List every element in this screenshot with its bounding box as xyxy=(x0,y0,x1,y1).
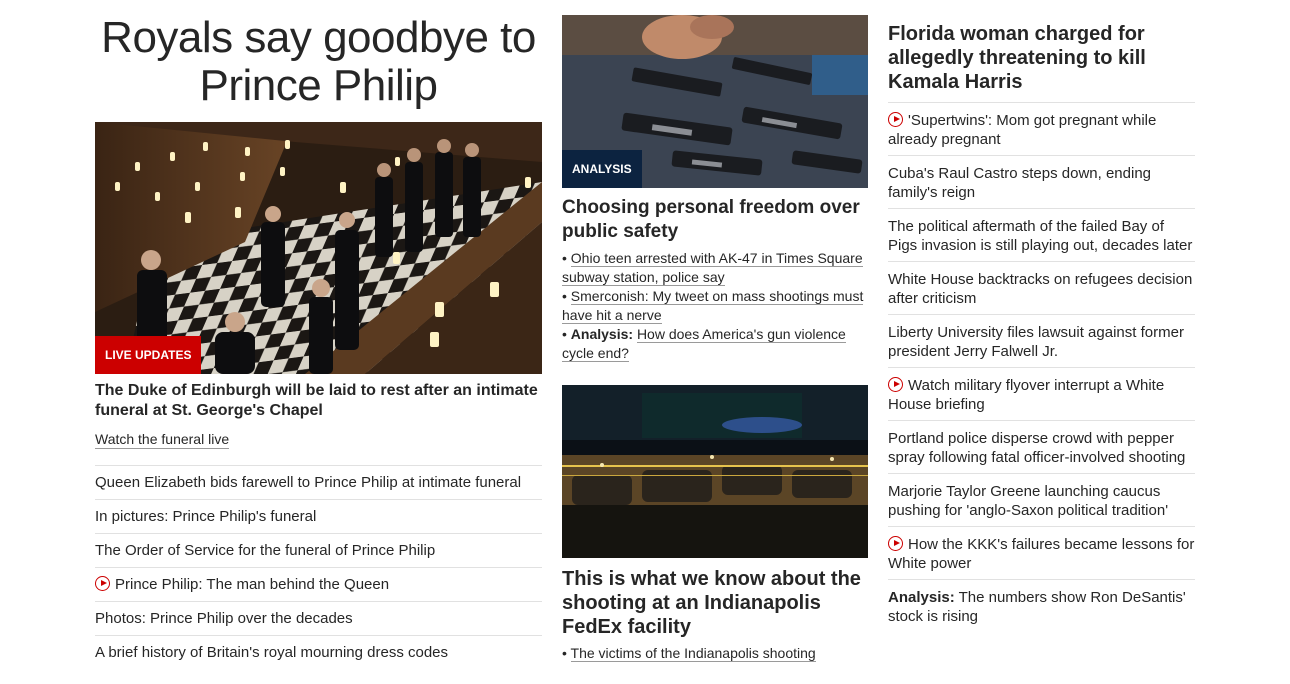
list-item[interactable]: Photos: Prince Philip over the decades xyxy=(95,602,542,636)
related-links: • Ohio teen arrested with AK-47 in Times… xyxy=(562,249,868,363)
analysis-prefix: Analysis: xyxy=(888,589,955,606)
list-item-text[interactable]: In pictures: Prince Philip's funeral xyxy=(95,508,316,525)
lead-image[interactable]: LIVE UPDATES xyxy=(95,122,542,374)
gun-safety-card: ANALYSIS Choosing personal freedom over … xyxy=(562,15,868,363)
bullet-prefix: Analysis: xyxy=(570,326,634,342)
list-item[interactable]: How the KKK's failures became lessons fo… xyxy=(888,527,1195,580)
play-video-icon xyxy=(888,377,903,392)
list-item-text[interactable]: Liberty University files lawsuit against… xyxy=(888,324,1184,360)
bullet-link[interactable]: • Analysis: How does America's gun viole… xyxy=(562,325,868,363)
list-item[interactable]: Queen Elizabeth bids farewell to Prince … xyxy=(95,466,542,500)
indianapolis-image[interactable] xyxy=(562,385,868,558)
list-item[interactable]: In pictures: Prince Philip's funeral xyxy=(95,500,542,534)
list-item-text[interactable]: The Order of Service for the funeral of … xyxy=(95,542,435,559)
bullet-link[interactable]: • Smerconish: My tweet on mass shootings… xyxy=(562,287,868,325)
list-item[interactable]: Portland police disperse crowd with pepp… xyxy=(888,421,1195,474)
right-column: Florida woman charged for allegedly thre… xyxy=(888,22,1195,633)
list-item[interactable]: Watch military flyover interrupt a White… xyxy=(888,368,1195,421)
list-item-text[interactable]: Cuba's Raul Castro steps down, ending fa… xyxy=(888,165,1151,201)
indianapolis-card: This is what we know about the shooting … xyxy=(562,385,868,663)
list-item[interactable]: Analysis: The numbers show Ron DeSantis'… xyxy=(888,580,1195,633)
list-item-text[interactable]: A brief history of Britain's royal mourn… xyxy=(95,644,448,661)
live-updates-badge[interactable]: LIVE UPDATES xyxy=(95,336,202,374)
bullet-link-text[interactable]: Smerconish: My tweet on mass shootings m… xyxy=(562,288,864,324)
list-item-text[interactable]: Photos: Prince Philip over the decades xyxy=(95,610,353,627)
top-story-title[interactable]: Florida woman charged for allegedly thre… xyxy=(888,22,1195,103)
list-item[interactable]: Cuba's Raul Castro steps down, ending fa… xyxy=(888,156,1195,209)
list-item-text[interactable]: Watch military flyover interrupt a White… xyxy=(888,377,1164,413)
list-item-text[interactable]: How the KKK's failures became lessons fo… xyxy=(888,536,1194,572)
list-item[interactable]: Liberty University files lawsuit against… xyxy=(888,315,1195,368)
play-video-icon xyxy=(95,576,110,591)
gun-table-image[interactable]: ANALYSIS xyxy=(562,15,868,188)
list-item-text[interactable]: Portland police disperse crowd with pepp… xyxy=(888,430,1185,466)
middle-column: ANALYSIS Choosing personal freedom over … xyxy=(562,15,868,663)
bullet-link-text[interactable]: Ohio teen arrested with AK-47 in Times S… xyxy=(562,250,863,286)
lead-title[interactable]: The Duke of Edinburgh will be laid to re… xyxy=(95,381,542,421)
list-item-text[interactable]: White House backtracks on refugees decis… xyxy=(888,271,1192,307)
watch-funeral-link[interactable]: Watch the funeral live xyxy=(95,430,230,449)
bullet-link[interactable]: • Ohio teen arrested with AK-47 in Times… xyxy=(562,249,868,287)
list-item-text[interactable]: Queen Elizabeth bids farewell to Prince … xyxy=(95,474,521,491)
bullet-link-text[interactable]: The victims of the Indianapolis shooting xyxy=(570,645,816,662)
list-item-text[interactable]: 'Supertwins': Mom got pregnant while alr… xyxy=(888,112,1156,148)
play-video-icon xyxy=(888,536,903,551)
headline-list: 'Supertwins': Mom got pregnant while alr… xyxy=(888,103,1195,633)
lead-headline[interactable]: Royals say goodbye to Prince Philip xyxy=(95,14,542,110)
list-item[interactable]: A brief history of Britain's royal mourn… xyxy=(95,636,542,670)
list-item-text[interactable]: Prince Philip: The man behind the Queen xyxy=(115,576,389,593)
list-item-text[interactable]: The political aftermath of the failed Ba… xyxy=(888,218,1192,254)
card-title[interactable]: This is what we know about the shooting … xyxy=(562,567,868,639)
list-item[interactable]: Prince Philip: The man behind the Queen xyxy=(95,568,542,602)
list-item[interactable]: 'Supertwins': Mom got pregnant while alr… xyxy=(888,103,1195,156)
night-scene-photo xyxy=(562,385,868,558)
list-item[interactable]: The political aftermath of the failed Ba… xyxy=(888,209,1195,262)
analysis-badge[interactable]: ANALYSIS xyxy=(562,150,642,188)
card-title[interactable]: Choosing personal freedom over public sa… xyxy=(562,196,868,244)
list-item[interactable]: The Order of Service for the funeral of … xyxy=(95,534,542,568)
related-links: • The victims of the Indianapolis shooti… xyxy=(562,644,868,663)
list-item-text[interactable]: Marjorie Taylor Greene launching caucus … xyxy=(888,483,1168,519)
list-item[interactable]: Marjorie Taylor Greene launching caucus … xyxy=(888,474,1195,527)
lead-story: Royals say goodbye to Prince Philip LIVE… xyxy=(95,14,542,670)
lead-related-list: Queen Elizabeth bids farewell to Prince … xyxy=(95,465,542,670)
list-item[interactable]: White House backtracks on refugees decis… xyxy=(888,262,1195,315)
bullet-link[interactable]: • The victims of the Indianapolis shooti… xyxy=(562,644,868,663)
play-video-icon xyxy=(888,112,903,127)
